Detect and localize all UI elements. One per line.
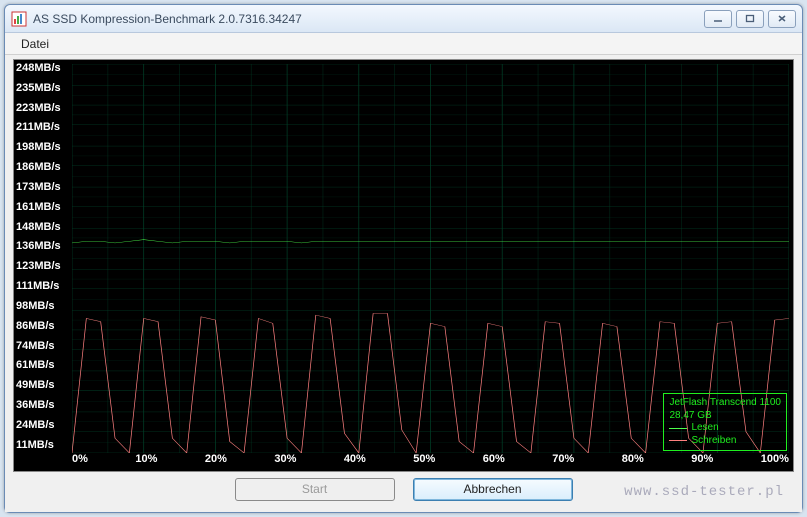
legend: JetFlash Transcend 1100 28,47 GB Lesen S… xyxy=(663,393,787,451)
menu-file[interactable]: Datei xyxy=(13,35,57,53)
x-axis-labels: 0%10%20%30%40%50%60%70%80%90%100% xyxy=(72,453,789,471)
app-window: AS SSD Kompression-Benchmark 2.0.7316.34… xyxy=(4,4,803,513)
window-buttons xyxy=(704,10,796,28)
menubar: Datei xyxy=(5,33,802,55)
start-button: Start xyxy=(235,478,395,501)
app-icon xyxy=(11,11,27,27)
legend-device: JetFlash Transcend 1100 xyxy=(669,397,781,410)
chart: 248MB/s235MB/s223MB/s211MB/s198MB/s186MB… xyxy=(13,59,794,472)
line-icon xyxy=(669,428,687,429)
cancel-button[interactable]: Abbrechen xyxy=(413,478,573,501)
legend-read: Lesen xyxy=(669,422,781,435)
legend-write: Schreiben xyxy=(669,435,781,448)
legend-capacity: 28,47 GB xyxy=(669,410,781,423)
watermark: www.ssd-tester.pl xyxy=(624,484,784,500)
minimize-button[interactable] xyxy=(704,10,732,28)
close-button[interactable] xyxy=(768,10,796,28)
line-icon xyxy=(669,440,687,441)
button-bar: Start Abbrechen www.ssd-tester.pl xyxy=(13,472,794,506)
client-area: 248MB/s235MB/s223MB/s211MB/s198MB/s186MB… xyxy=(5,55,802,512)
window-title: AS SSD Kompression-Benchmark 2.0.7316.34… xyxy=(33,12,704,26)
maximize-button[interactable] xyxy=(736,10,764,28)
y-axis-labels: 248MB/s235MB/s223MB/s211MB/s198MB/s186MB… xyxy=(14,60,72,453)
titlebar[interactable]: AS SSD Kompression-Benchmark 2.0.7316.34… xyxy=(5,5,802,33)
